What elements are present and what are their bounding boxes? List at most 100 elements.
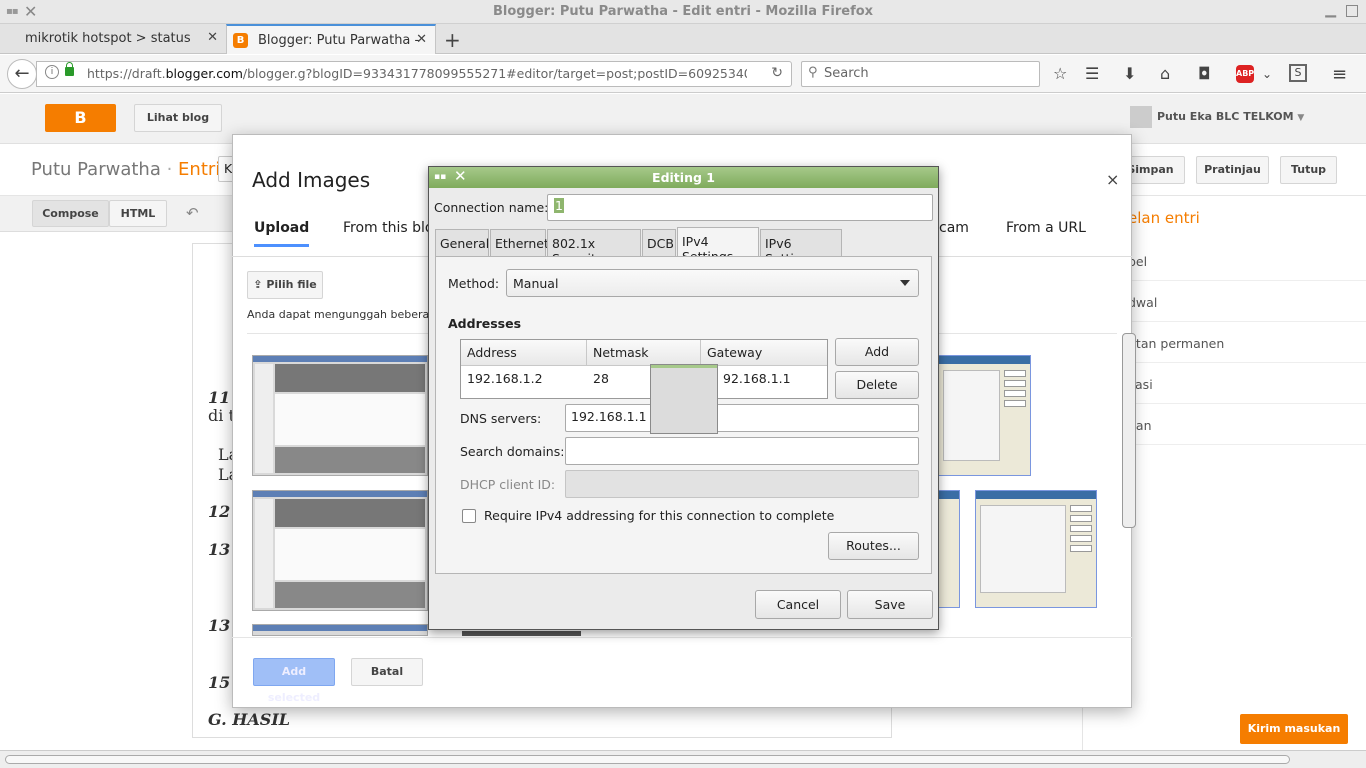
search-domains-label: Search domains: [460,444,565,459]
user-menu[interactable]: Putu Eka BLC TELKOM ▼ [1130,106,1304,128]
minimize-icon[interactable]: ▁ [1325,2,1336,18]
menu-icon[interactable]: ≡ [1332,64,1347,85]
column-header-netmask[interactable]: Netmask [587,340,701,366]
doc-line: 13 [208,540,231,559]
image-thumbnail[interactable] [252,355,428,476]
grip-icon[interactable]: ▪▪ [434,167,446,188]
reload-icon[interactable]: ↻ [771,65,783,81]
close-icon[interactable]: ✕ [454,166,467,187]
image-thumbnail[interactable] [252,490,428,611]
address-cell[interactable]: 192.168.1.2 [467,371,543,386]
html-button[interactable]: HTML [109,200,167,227]
popup-window [650,364,718,434]
close-tab-icon[interactable]: ✕ [207,30,218,45]
maximize-icon[interactable] [1346,5,1358,17]
image-thumbnail[interactable] [462,631,581,636]
connection-name-input[interactable]: 1 [547,194,933,221]
tab-upload[interactable]: Upload [254,220,310,247]
dns-servers-label: DNS servers: [460,411,542,426]
compose-button[interactable]: Compose [32,200,109,227]
doc-line: G. HASIL [208,710,291,729]
doc-line: 13 [208,616,231,635]
new-tab-icon[interactable]: + [444,28,461,52]
preview-button[interactable]: Pratinjau [1196,156,1269,184]
delete-button[interactable]: Delete [835,371,919,399]
image-thumbnail[interactable] [252,624,428,636]
tab-blogger[interactable]: B Blogger: Putu Parwatha - ... ✕ [226,24,436,63]
search-input[interactable]: ⚲ Search [801,61,1040,87]
view-blog-button[interactable]: Lihat blog [134,104,222,132]
dropdown-arrow-icon [900,280,910,286]
close-post-button[interactable]: Tutup [1280,156,1337,184]
pocket-icon[interactable]: ◘ [1198,64,1211,83]
tab-from-url[interactable]: From a URL [1006,220,1086,236]
sidebar-item-permalink[interactable]: utan permanen [1128,336,1224,351]
method-label: Method: [448,276,500,291]
blogger-logo-icon[interactable]: B [45,104,116,132]
adblock-icon[interactable]: ABP [1236,65,1254,83]
addresses-table[interactable]: Address Netmask Gateway 192.168.1.2 28 9… [460,339,828,399]
reading-list-icon[interactable]: ☰ [1085,64,1099,83]
scrollbar-thumb[interactable] [1122,333,1136,528]
tab-webcam[interactable]: cam [939,220,969,236]
sidebar-item-schedule[interactable]: dwal [1128,295,1157,310]
netmask-cell[interactable]: 28 [593,371,609,386]
close-icon[interactable]: × [1106,170,1119,189]
add-images-title: Add Images [252,168,371,192]
info-icon[interactable]: i [45,65,59,79]
gateway-cell[interactable]: 92.168.1.1 [723,371,791,386]
dns-servers-input[interactable]: 192.168.1.1 [565,404,919,432]
screenshot-icon[interactable]: S [1289,64,1307,82]
connection-name-label: Connection name: [434,200,549,215]
close-tab-icon[interactable]: ✕ [416,32,427,47]
chevron-down-icon[interactable]: ⌄ [1262,67,1272,81]
method-dropdown[interactable]: Manual [506,269,919,297]
require-ipv4-label[interactable]: Require IPv4 addressing for this connect… [484,508,834,523]
save-button[interactable]: Save [847,590,933,619]
url-bar[interactable]: i https://draft.blogger.com/blogger.g?bl… [36,61,792,87]
lock-icon[interactable] [65,62,74,76]
blogger-favicon-icon: B [233,33,248,48]
dialog-title: Editing 1 [652,170,715,185]
sidebar-heading: elan entri [1128,209,1200,227]
dialog-titlebar[interactable]: ▪▪ ✕ Editing 1 [429,167,938,188]
image-thumbnail[interactable] [938,490,960,608]
scrollbar-thumb[interactable] [5,755,1290,764]
image-thumbnail[interactable] [938,355,1031,476]
tab-general[interactable]: General [435,229,489,256]
tab-mikrotik[interactable]: mikrotik hotspot > status ✕ [0,24,226,54]
column-header-address[interactable]: Address [461,340,587,366]
undo-icon[interactable]: ↶ [186,204,199,222]
cancel-button[interactable]: Cancel [755,590,841,619]
url-text[interactable]: https://draft.blogger.com/blogger.g?blog… [87,66,747,81]
cancel-button[interactable]: Batal [351,658,423,686]
send-feedback-button[interactable]: Kirim masukan [1240,714,1348,744]
tab-dcb[interactable]: DCB [642,229,676,256]
add-selected-button[interactable]: Add selected [253,658,335,704]
addresses-label: Addresses [448,316,522,331]
blog-title: Putu Parwatha · Entri [31,159,221,180]
back-button[interactable]: ← [7,59,37,89]
dhcp-client-id-label: DHCP client ID: [460,477,556,492]
require-ipv4-checkbox[interactable] [462,509,476,523]
dialog-scrollbar[interactable] [1120,333,1136,633]
doc-line: 11 [208,388,231,407]
tab-8021x-security[interactable]: 802.1x Security [547,229,641,266]
search-domains-input[interactable] [565,437,919,465]
choose-file-button[interactable]: ⇪ Pilih file [247,271,323,299]
tab-label: mikrotik hotspot > status [25,31,191,46]
download-icon[interactable]: ⬇ [1123,64,1136,83]
tab-ethernet[interactable]: Ethernet [490,229,549,256]
add-button[interactable]: Add [835,338,919,366]
routes-button[interactable]: Routes... [828,532,919,560]
tab-ipv4-settings[interactable]: IPv4 Settings [677,227,759,264]
bookmark-star-icon[interactable]: ☆ [1053,64,1067,83]
search-icon: ⚲ [808,65,818,80]
home-icon[interactable]: ⌂ [1160,64,1170,83]
column-header-gateway[interactable]: Gateway [701,340,827,366]
horizontal-scrollbar[interactable] [0,750,1366,768]
image-thumbnail[interactable] [975,490,1097,608]
method-value: Manual [513,276,559,291]
doc-line: 12 [208,502,231,521]
tab-ipv6-settings[interactable]: IPv6 Settings [760,229,842,266]
